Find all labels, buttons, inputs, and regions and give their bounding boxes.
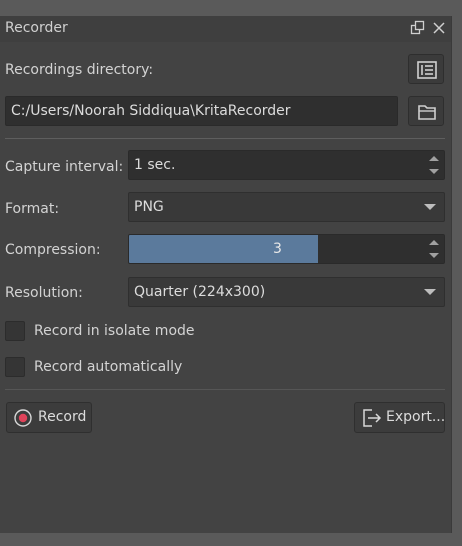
format-value: PNG bbox=[134, 199, 164, 215]
spin-up-icon[interactable] bbox=[429, 240, 439, 245]
format-dropdown[interactable]: PNG bbox=[128, 192, 445, 222]
spin-down-icon[interactable] bbox=[429, 253, 439, 258]
compression-slider[interactable]: 3 bbox=[128, 234, 445, 264]
chevron-down-icon bbox=[424, 204, 436, 210]
resolution-dropdown[interactable]: Quarter (224x300) bbox=[128, 277, 445, 307]
spin-down-icon[interactable] bbox=[429, 169, 439, 174]
resolution-value: Quarter (224x300) bbox=[134, 284, 266, 300]
chevron-down-icon bbox=[424, 289, 436, 295]
capture-interval-label: Capture interval: bbox=[5, 159, 124, 175]
capture-interval-spinbox[interactable]: 1 sec. bbox=[128, 150, 445, 180]
capture-interval-value: 1 sec. bbox=[134, 157, 176, 173]
record-isolate-label[interactable]: Record in isolate mode bbox=[34, 323, 195, 339]
compression-value: 3 bbox=[273, 241, 282, 257]
export-button[interactable]: Export... bbox=[354, 402, 445, 433]
export-button-label: Export... bbox=[386, 409, 446, 425]
divider bbox=[5, 389, 445, 390]
export-icon bbox=[362, 409, 382, 431]
panel-titlebar: Recorder bbox=[0, 16, 451, 42]
recorder-panel: Recorder Recordings directory: C:/Users/… bbox=[0, 16, 452, 533]
panel-title: Recorder bbox=[5, 20, 68, 36]
record-icon bbox=[14, 409, 32, 431]
recordings-directory-label: Recordings directory: bbox=[5, 62, 154, 78]
manage-recordings-icon bbox=[417, 61, 437, 83]
format-label: Format: bbox=[5, 201, 60, 217]
capture-interval-stepper[interactable] bbox=[424, 151, 444, 179]
compression-label: Compression: bbox=[5, 242, 101, 258]
recordings-directory-input[interactable]: C:/Users/Noorah Siddiqua\KritaRecorder bbox=[5, 96, 398, 126]
folder-icon bbox=[418, 104, 436, 124]
float-window-icon[interactable] bbox=[410, 20, 426, 36]
record-isolate-checkbox[interactable] bbox=[5, 321, 25, 341]
record-button[interactable]: Record bbox=[6, 402, 92, 433]
resolution-label: Resolution: bbox=[5, 285, 83, 301]
record-automatically-checkbox[interactable] bbox=[5, 357, 25, 377]
manage-recordings-button[interactable] bbox=[408, 54, 444, 84]
browse-directory-button[interactable] bbox=[408, 96, 444, 126]
compression-stepper[interactable] bbox=[424, 235, 444, 263]
record-button-label: Record bbox=[38, 409, 87, 425]
record-automatically-label[interactable]: Record automatically bbox=[34, 359, 182, 375]
divider bbox=[5, 138, 445, 139]
spin-up-icon[interactable] bbox=[429, 156, 439, 161]
close-icon[interactable] bbox=[431, 20, 447, 36]
